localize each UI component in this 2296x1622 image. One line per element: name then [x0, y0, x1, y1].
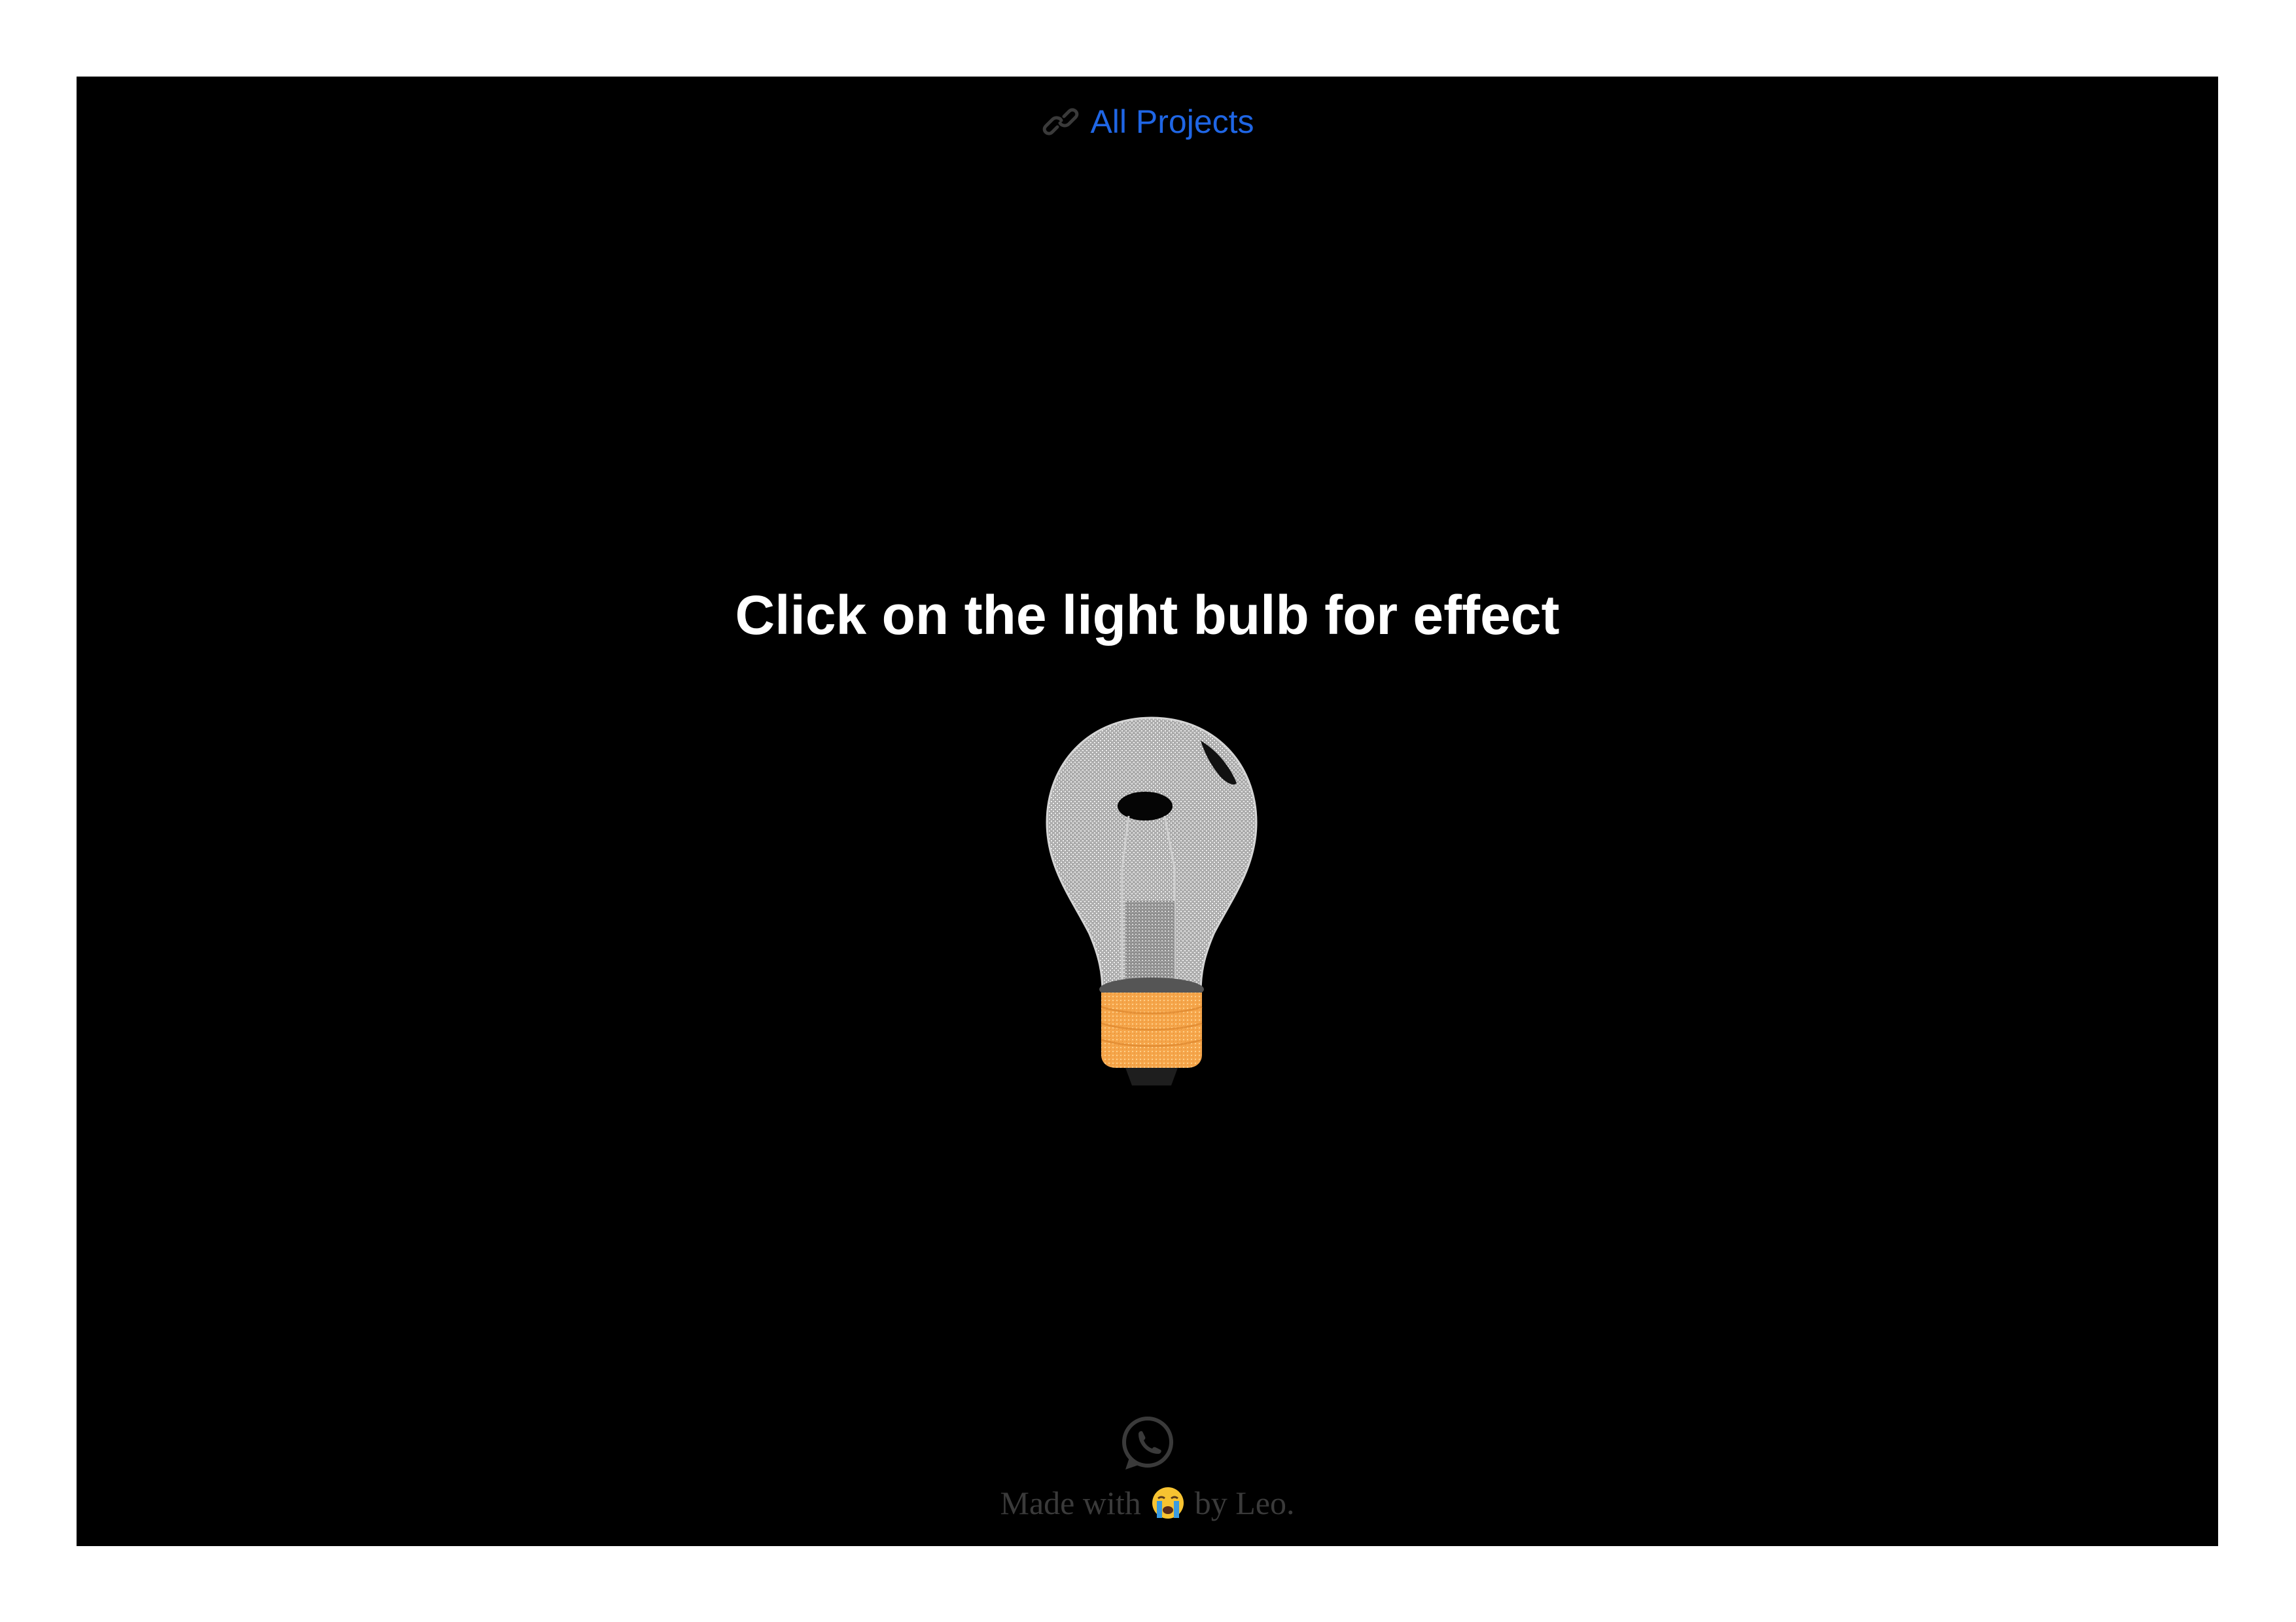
- all-projects-link[interactable]: All Projects: [77, 103, 2218, 141]
- footer-author: by Leo.: [1194, 1485, 1295, 1521]
- footer-credit: Made with by Leo.: [1000, 1484, 1295, 1522]
- footer-made-with: Made with: [1000, 1485, 1141, 1521]
- link-chain-icon: [1040, 107, 1081, 136]
- all-projects-label: All Projects: [1090, 103, 1254, 140]
- crying-face-emoji: [1150, 1485, 1186, 1521]
- page-viewport: All Projects Click on the light bulb for…: [77, 77, 2218, 1546]
- page-headline: Click on the light bulb for effect: [735, 584, 1560, 646]
- page-footer: Made with by Leo.: [77, 1415, 2218, 1522]
- light-bulb-icon[interactable]: [1037, 705, 1266, 1091]
- whatsapp-icon[interactable]: [1119, 1415, 1176, 1472]
